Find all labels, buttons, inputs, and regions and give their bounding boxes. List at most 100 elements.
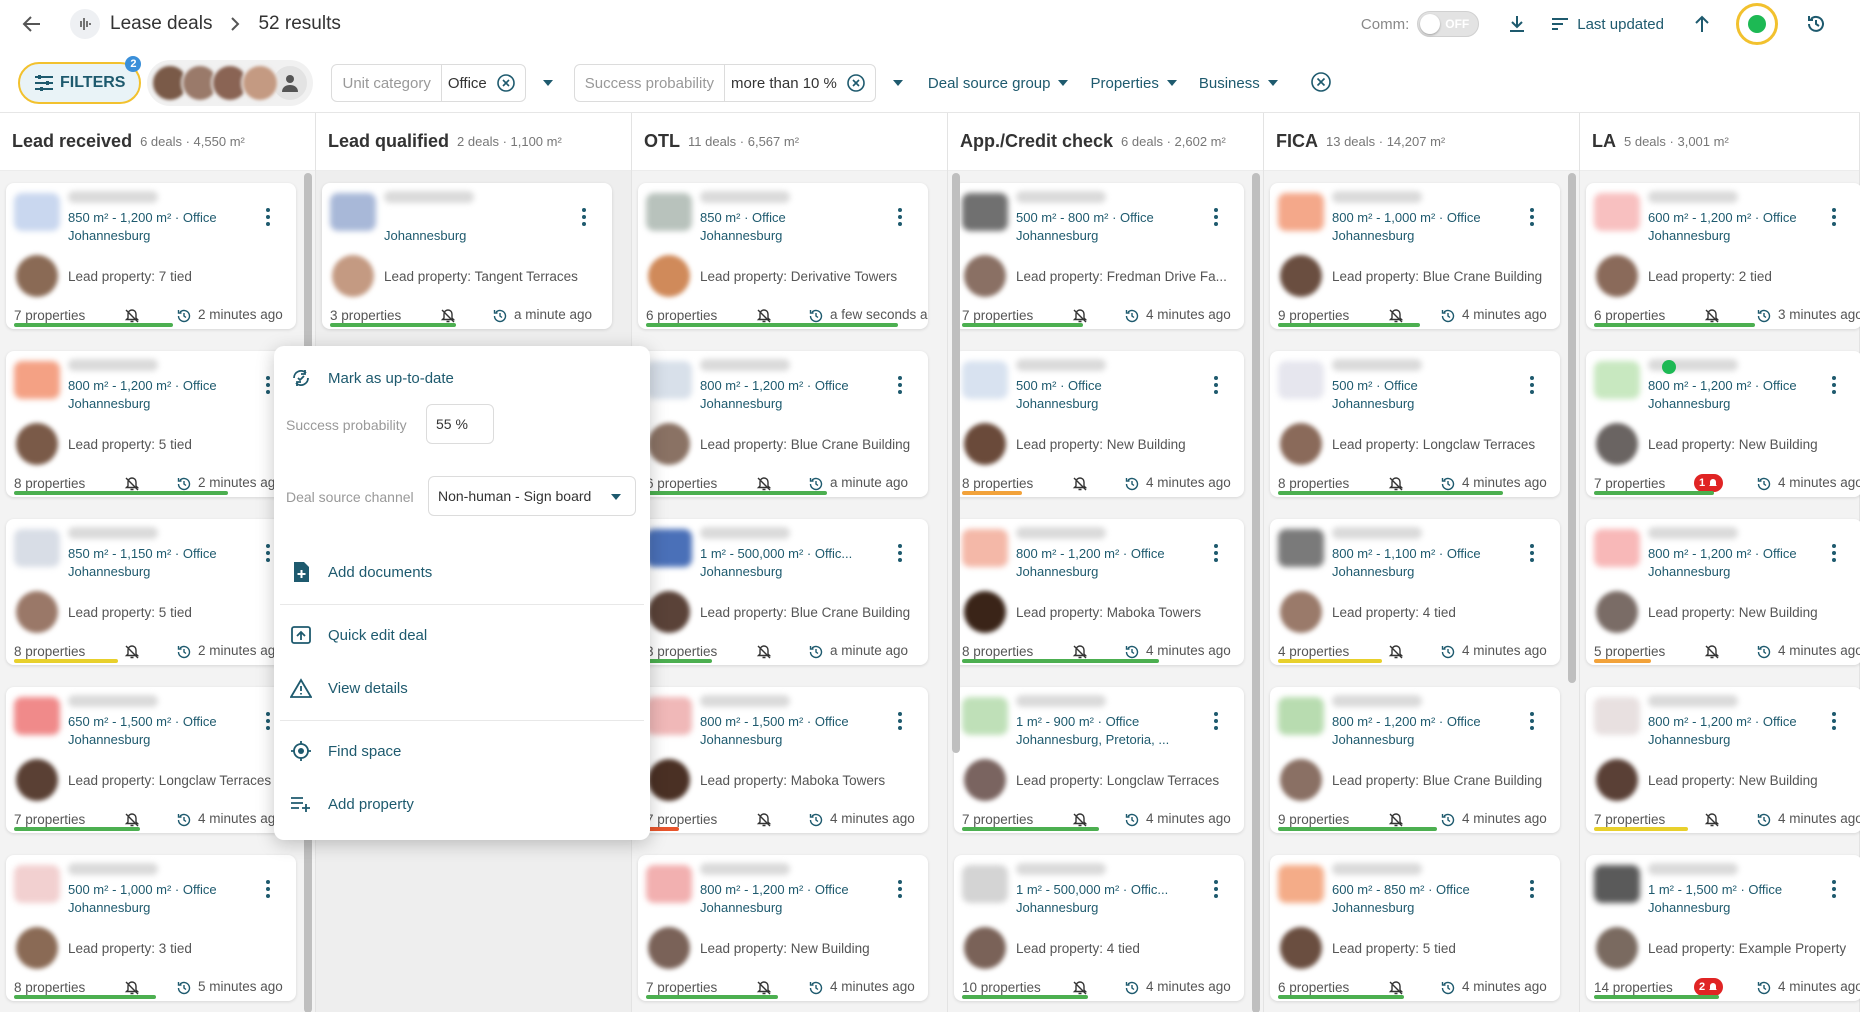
deal-card[interactable]: 500 m² - 800 m² · Office Johannesburg Lead… — [954, 183, 1244, 329]
deal-card[interactable]: Johannesburg Lead property: Tangent Terra… — [322, 183, 612, 329]
caret-down-icon[interactable] — [890, 80, 906, 86]
more-vert-icon[interactable] — [1208, 373, 1224, 397]
deal-card[interactable]: 600 m² - 1,200 m² · Office Johannesburg Le… — [1586, 183, 1860, 329]
download-button[interactable] — [1501, 8, 1533, 40]
more-vert-icon[interactable] — [1826, 541, 1842, 565]
more-vert-icon[interactable] — [260, 205, 276, 229]
notifications-off-icon[interactable] — [756, 644, 772, 660]
user-avatar-group[interactable] — [147, 60, 314, 106]
notifications-off-icon[interactable] — [1704, 644, 1720, 660]
history-button[interactable] — [1800, 8, 1832, 40]
deal-card[interactable]: 850 m² - 1,150 m² · Office Johannesburg Le… — [6, 519, 296, 665]
more-vert-icon[interactable] — [892, 709, 908, 733]
caret-down-icon[interactable] — [540, 80, 556, 86]
quick-edit-deal-item[interactable]: Quick edit deal — [288, 619, 427, 651]
more-vert-icon[interactable] — [1524, 877, 1540, 901]
deal-card[interactable]: 800 m² - 1,200 m² · Office Johannesburg Le… — [1586, 519, 1860, 665]
more-vert-icon[interactable] — [1208, 877, 1224, 901]
deal-card[interactable]: 800 m² - 1,200 m² · Office Johannesburg Le… — [1270, 687, 1560, 833]
more-vert-icon[interactable] — [1524, 541, 1540, 565]
deal-card[interactable]: 850 m² - 1,200 m² · Office Johannesburg Le… — [6, 183, 296, 329]
column-scrollbar[interactable] — [952, 173, 960, 753]
more-vert-icon[interactable] — [576, 205, 592, 229]
notifications-off-icon[interactable] — [124, 644, 140, 660]
more-vert-icon[interactable] — [892, 877, 908, 901]
deal-card[interactable]: 1 m² - 500,000 m² · Offic... Johannesburg… — [638, 519, 928, 665]
deal-card[interactable]: 800 m² - 1,200 m² · Office Johannesburg Le… — [638, 351, 928, 497]
notifications-off-icon[interactable] — [756, 980, 772, 996]
more-vert-icon[interactable] — [1524, 373, 1540, 397]
notifications-off-icon[interactable] — [1388, 980, 1404, 996]
notifications-off-icon[interactable] — [1388, 476, 1404, 492]
notifications-off-icon[interactable] — [756, 308, 772, 324]
notifications-off-icon[interactable] — [1072, 476, 1088, 492]
more-vert-icon[interactable] — [1208, 205, 1224, 229]
deal-card[interactable]: 800 m² - 1,200 m² · Office Johannesburg Le… — [1586, 687, 1860, 833]
deal-card[interactable]: 1 m² - 900 m² · Office Johannesburg, Pret… — [954, 687, 1244, 833]
notifications-off-icon[interactable] — [124, 476, 140, 492]
notifications-off-icon[interactable] — [124, 812, 140, 828]
deal-card[interactable]: 600 m² - 850 m² · Office Johannesburg Lead… — [1270, 855, 1560, 1001]
clear-circle-icon[interactable] — [495, 72, 517, 94]
add-property-item[interactable]: Add property — [288, 788, 414, 820]
success-probability-filter[interactable]: Success probability more than 10 % — [573, 64, 876, 102]
more-vert-icon[interactable] — [1826, 373, 1842, 397]
more-vert-icon[interactable] — [1826, 877, 1842, 901]
deal-card[interactable]: 800 m² - 1,200 m² · Office Johannesburg Le… — [954, 519, 1244, 665]
comm-toggle[interactable]: OFF — [1417, 11, 1480, 37]
notifications-off-icon[interactable] — [1072, 308, 1088, 324]
add-documents-item[interactable]: Add documents — [288, 556, 432, 588]
clear-all-filters-button[interactable] — [1310, 71, 1332, 96]
deal-card[interactable]: 800 m² - 1,200 m² · Office Johannesburg Le… — [638, 855, 928, 1001]
notifications-off-icon[interactable] — [124, 980, 140, 996]
more-vert-icon[interactable] — [1524, 205, 1540, 229]
sort-direction-button[interactable] — [1686, 8, 1718, 40]
notifications-off-icon[interactable] — [1704, 308, 1720, 324]
notifications-off-icon[interactable] — [440, 308, 456, 324]
more-vert-icon[interactable] — [1826, 709, 1842, 733]
notifications-off-icon[interactable] — [124, 308, 140, 324]
notifications-off-icon[interactable] — [1388, 812, 1404, 828]
notifications-off-icon[interactable] — [1072, 812, 1088, 828]
alert-badge[interactable]: 1 — [1694, 474, 1724, 492]
column-scrollbar[interactable] — [1568, 173, 1576, 683]
notifications-off-icon[interactable] — [756, 476, 772, 492]
find-space-item[interactable]: Find space — [288, 735, 401, 767]
column-scrollbar[interactable] — [1252, 173, 1260, 1012]
more-vert-icon[interactable] — [892, 205, 908, 229]
deal-source-channel-select[interactable]: Non-human - Sign board — [428, 476, 636, 516]
view-details-item[interactable]: View details — [288, 672, 408, 704]
success-probability-input[interactable]: 55 % — [426, 404, 494, 444]
unit-category-filter[interactable]: Unit category Office — [331, 64, 526, 102]
notifications-off-icon[interactable] — [1388, 644, 1404, 660]
back-button[interactable] — [18, 10, 46, 38]
notifications-off-icon[interactable] — [1072, 644, 1088, 660]
mark-up-to-date-item[interactable]: Mark as up-to-date — [288, 362, 454, 394]
deal-card[interactable]: 800 m² - 1,500 m² · Office Johannesburg Le… — [638, 687, 928, 833]
deal-card[interactable]: 850 m² · Office Johannesburg Lead property… — [638, 183, 928, 329]
sort-button[interactable]: Last updated — [1551, 16, 1664, 33]
clear-circle-icon[interactable] — [845, 72, 867, 94]
notifications-off-icon[interactable] — [1072, 980, 1088, 996]
deal-card[interactable]: 1 m² - 500,000 m² · Offic... Johannesburg… — [954, 855, 1244, 1001]
more-vert-icon[interactable] — [892, 373, 908, 397]
deal-card[interactable]: 650 m² - 1,500 m² · Office Johannesburg Le… — [6, 687, 296, 833]
notifications-off-icon[interactable] — [1704, 812, 1720, 828]
deal-card[interactable]: 800 m² - 1,100 m² · Office Johannesburg Le… — [1270, 519, 1560, 665]
deal-card[interactable]: 800 m² - 1,000 m² · Office Johannesburg Le… — [1270, 183, 1560, 329]
more-vert-icon[interactable] — [1524, 709, 1540, 733]
more-vert-icon[interactable] — [1826, 205, 1842, 229]
more-vert-icon[interactable] — [260, 877, 276, 901]
more-vert-icon[interactable] — [1208, 541, 1224, 565]
status-indicator[interactable] — [1736, 3, 1778, 45]
deal-card[interactable]: 800 m² - 1,200 m² · Office Johannesburg Le… — [1586, 351, 1860, 497]
filters-button[interactable]: FILTERS 2 — [18, 56, 142, 104]
more-vert-icon[interactable] — [1208, 709, 1224, 733]
properties-dropdown[interactable]: Properties — [1090, 75, 1177, 92]
deal-card[interactable]: 500 m² - 1,000 m² · Office Johannesburg Le… — [6, 855, 296, 1001]
deal-card[interactable]: 500 m² · Office Johannesburg Lead property… — [954, 351, 1244, 497]
avatar[interactable] — [241, 64, 280, 102]
deal-card[interactable]: 1 m² - 1,500 m² · Office Johannesburg Lead… — [1586, 855, 1860, 1001]
alert-badge[interactable]: 2 — [1694, 978, 1724, 996]
deal-source-group-dropdown[interactable]: Deal source group — [928, 75, 1069, 92]
